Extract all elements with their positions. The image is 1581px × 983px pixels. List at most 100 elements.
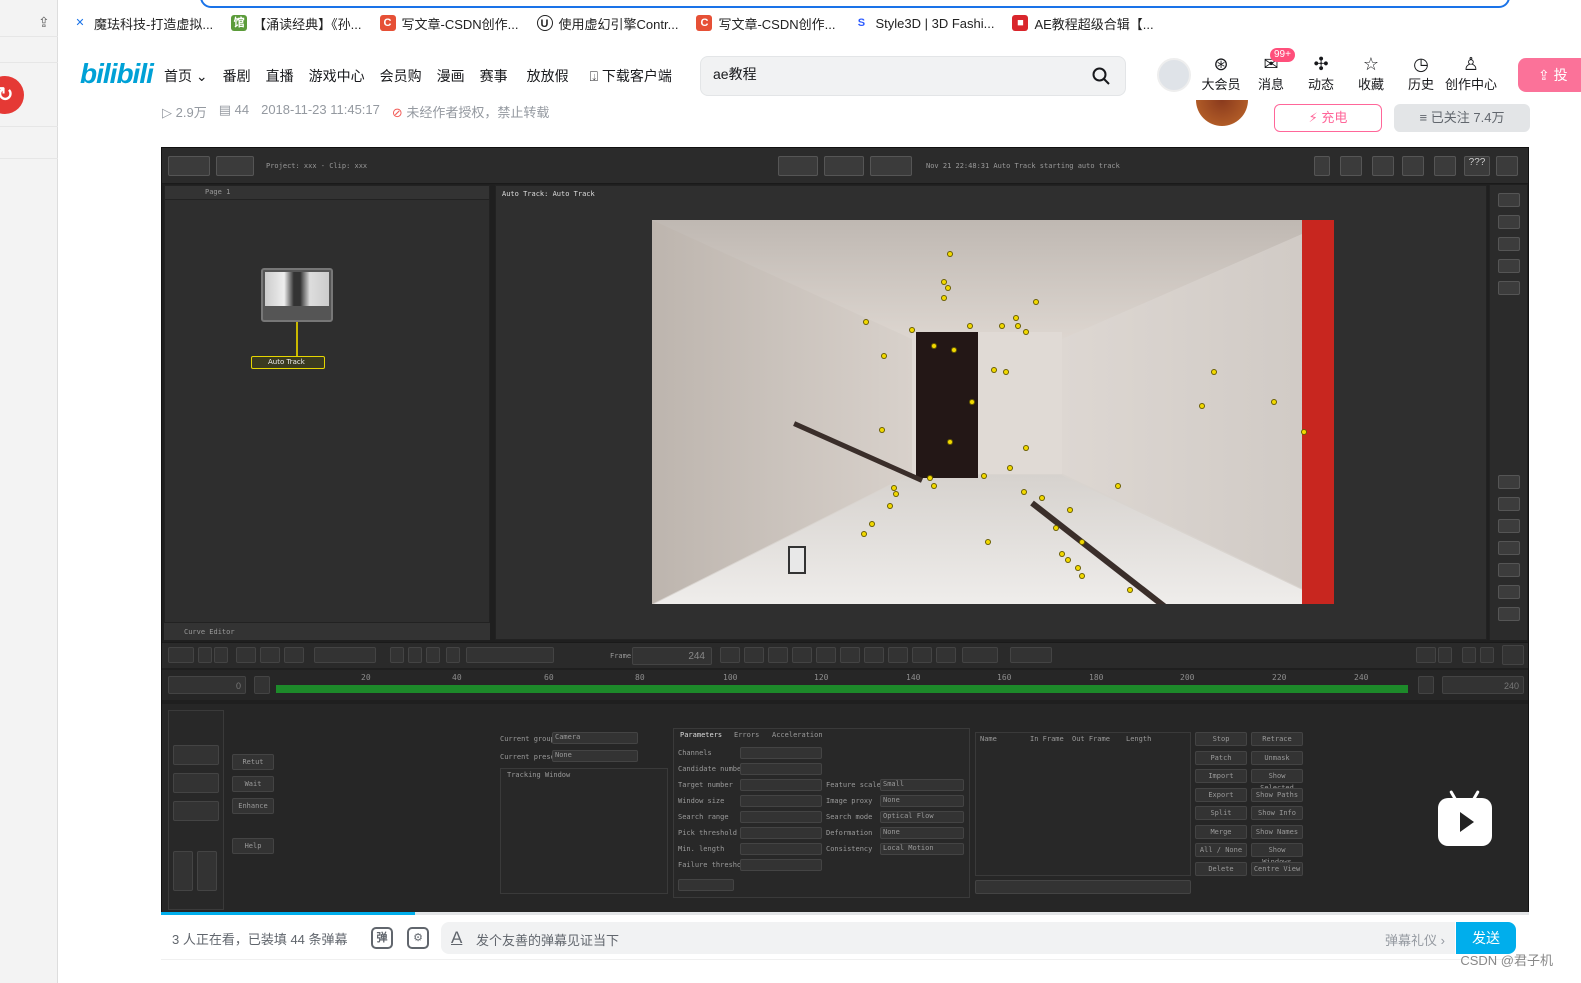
loop-icon[interactable] bbox=[720, 647, 740, 663]
tracker-action-button[interactable]: Unmask bbox=[1251, 750, 1303, 765]
group-select[interactable]: Camera bbox=[552, 732, 638, 744]
param-field[interactable] bbox=[740, 811, 822, 823]
mask-icon[interactable] bbox=[284, 647, 304, 663]
tracker-action-button[interactable]: Patch bbox=[1195, 750, 1247, 765]
gear-icon[interactable] bbox=[1372, 156, 1394, 176]
follow-button[interactable]: ≡ 已关注 7.4万 bbox=[1394, 104, 1530, 132]
p-icon[interactable] bbox=[1480, 647, 1494, 663]
danmaku-etiquette-link[interactable]: 弹幕礼仪 › bbox=[1385, 930, 1445, 949]
tool-icon[interactable] bbox=[1498, 563, 1520, 577]
bookmark-item[interactable]: C 写文章-CSDN创作... bbox=[696, 14, 835, 33]
bilibili-tv-icon[interactable] bbox=[1438, 790, 1492, 846]
fit-icon[interactable] bbox=[236, 647, 256, 663]
track-point[interactable] bbox=[1024, 446, 1028, 450]
range-start-icon[interactable] bbox=[254, 676, 270, 694]
tracker-action-button[interactable]: Export bbox=[1195, 787, 1247, 802]
tracker-action-button[interactable]: Delete bbox=[1195, 861, 1247, 876]
track-point[interactable] bbox=[942, 296, 946, 300]
slider-icon[interactable] bbox=[173, 745, 219, 765]
track-point[interactable] bbox=[862, 532, 866, 536]
layout-split-icon[interactable] bbox=[1498, 215, 1520, 229]
tracker-action-button[interactable]: Stop bbox=[1195, 732, 1247, 746]
danmaku-toggle-icon[interactable]: 弹 bbox=[371, 927, 393, 949]
skip-start-icon[interactable] bbox=[744, 647, 764, 663]
page-tab[interactable]: Page 1 bbox=[205, 188, 230, 196]
rewind-icon[interactable] bbox=[768, 647, 788, 663]
cube-icon[interactable] bbox=[1462, 647, 1476, 663]
expand-icon[interactable] bbox=[1496, 156, 1518, 176]
tracker-action-button[interactable]: Show Selected bbox=[1251, 769, 1303, 792]
layers-button[interactable] bbox=[824, 156, 864, 176]
track-point[interactable] bbox=[970, 400, 974, 404]
tracking-window[interactable]: Tracking Window bbox=[500, 768, 668, 894]
node-icon[interactable] bbox=[1498, 497, 1520, 511]
export-button[interactable] bbox=[870, 156, 912, 176]
clip-node[interactable] bbox=[261, 268, 333, 322]
uploader-avatar[interactable] bbox=[1196, 100, 1248, 126]
arrow-right-icon[interactable] bbox=[173, 773, 219, 793]
danmaku-input[interactable]: A 发个友善的弹幕见证当下 弹幕礼仪 › bbox=[441, 922, 1455, 954]
keyboard-icon[interactable] bbox=[1498, 585, 1520, 599]
stop-icon[interactable] bbox=[840, 647, 860, 663]
channel-buttons[interactable] bbox=[314, 647, 376, 663]
preset-select[interactable]: None bbox=[552, 750, 638, 762]
track-point[interactable] bbox=[1066, 558, 1070, 562]
curve-editor-tab[interactable]: Curve Editor bbox=[184, 628, 235, 636]
chevron-down-icon[interactable] bbox=[1502, 645, 1524, 665]
track-point[interactable] bbox=[932, 484, 936, 488]
address-bar[interactable] bbox=[200, 0, 1510, 8]
track-point[interactable] bbox=[880, 428, 884, 432]
track-point[interactable] bbox=[1016, 324, 1020, 328]
param-field[interactable] bbox=[740, 827, 822, 839]
track-point[interactable] bbox=[1116, 484, 1120, 488]
track-point[interactable] bbox=[1022, 490, 1026, 494]
column-header[interactable]: In Frame bbox=[1030, 735, 1064, 743]
zoom-out-icon[interactable] bbox=[214, 647, 228, 663]
layout-horizontal-icon[interactable] bbox=[1498, 237, 1520, 251]
track-point[interactable] bbox=[1068, 508, 1072, 512]
bilibili-logo[interactable]: bilibili bbox=[80, 58, 154, 90]
auto-track-node[interactable]: Auto Track bbox=[251, 356, 325, 369]
charge-button[interactable]: ⚡ 充电 bbox=[1274, 104, 1382, 132]
layout-single-icon[interactable] bbox=[1498, 193, 1520, 207]
clapper-icon[interactable] bbox=[173, 801, 219, 821]
avatar[interactable] bbox=[1157, 58, 1191, 92]
track-point[interactable] bbox=[1014, 316, 1018, 320]
messages-button[interactable]: ✉ 99+ 消息 bbox=[1256, 48, 1295, 93]
search-icon[interactable] bbox=[1091, 66, 1111, 86]
skip-end-icon[interactable] bbox=[936, 647, 956, 663]
help-button[interactable]: ??? bbox=[1464, 156, 1490, 176]
font-style-icon[interactable]: A bbox=[451, 928, 462, 948]
track-point[interactable] bbox=[870, 522, 874, 526]
nav-link-anime[interactable]: 番剧 bbox=[223, 66, 251, 86]
track-point[interactable] bbox=[1008, 466, 1012, 470]
nav-link-holiday[interactable]: 放放假 bbox=[527, 66, 569, 86]
tool-icon[interactable] bbox=[1498, 541, 1520, 555]
enhance-button[interactable]: Enhance bbox=[232, 798, 274, 814]
play-icon[interactable] bbox=[864, 647, 884, 663]
track-point[interactable] bbox=[1080, 574, 1084, 578]
track-point[interactable] bbox=[1054, 526, 1058, 530]
nav-link-download[interactable]: ⍗ 下载客户端 bbox=[590, 66, 672, 86]
tracker-action-button[interactable]: Import bbox=[1195, 769, 1247, 783]
nav-link-esports[interactable]: 赛事 bbox=[480, 66, 508, 86]
range-end[interactable]: 240 bbox=[1442, 676, 1524, 694]
redo-icon[interactable] bbox=[197, 851, 217, 891]
list-actions[interactable] bbox=[975, 880, 1191, 894]
track-point[interactable] bbox=[1212, 370, 1216, 374]
track-point[interactable] bbox=[928, 476, 932, 480]
param-select[interactable]: Optical Flow bbox=[880, 811, 964, 823]
retut-button[interactable]: Retut bbox=[232, 754, 274, 770]
color-icon[interactable] bbox=[408, 647, 422, 663]
dynamics-button[interactable]: ✣ 动态 bbox=[1306, 54, 1336, 93]
tracker-action-button[interactable]: All / None bbox=[1195, 843, 1247, 857]
tracker-action-button[interactable]: Show Windows bbox=[1251, 843, 1303, 866]
sync-icon[interactable] bbox=[1498, 475, 1520, 489]
nav-link-shop[interactable]: 会员购 bbox=[380, 66, 422, 86]
bookmark-item[interactable]: U 使用虚幻引擎Contr... bbox=[536, 14, 678, 33]
bookmark-item[interactable]: S Style3D | 3D Fashi... bbox=[853, 15, 994, 31]
tool-icon[interactable] bbox=[1498, 519, 1520, 533]
lock-icon[interactable] bbox=[1498, 281, 1520, 295]
range-start[interactable]: 0 bbox=[168, 676, 246, 694]
fps-field[interactable] bbox=[1010, 647, 1052, 663]
